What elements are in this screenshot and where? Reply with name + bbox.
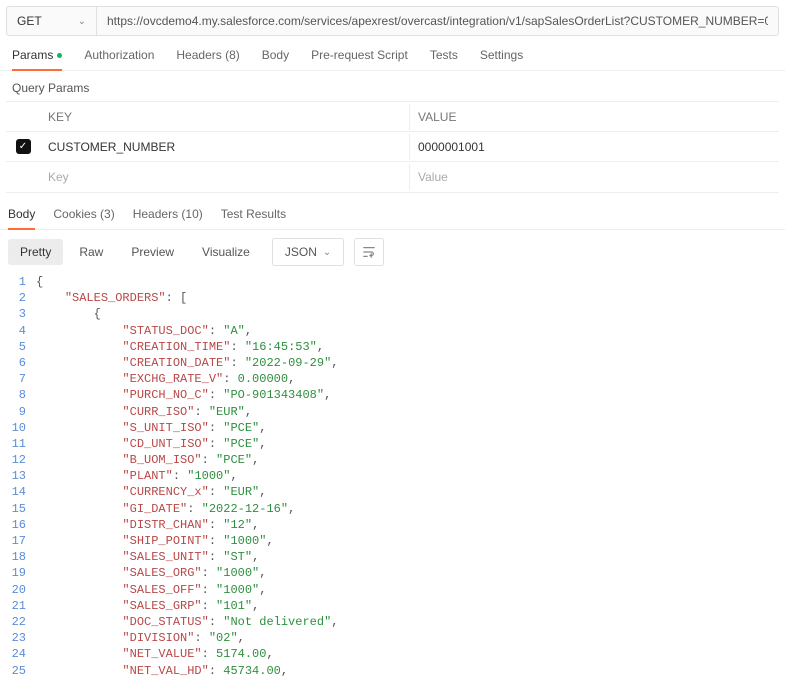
wrap-lines-button[interactable]	[354, 238, 384, 266]
format-select[interactable]: JSON ⌄	[272, 238, 344, 266]
request-tabs: Params Authorization Headers (8) Body Pr…	[0, 36, 785, 71]
code-content[interactable]: { "SALES_ORDERS": [ { "STATUS_DOC": "A",…	[36, 274, 338, 679]
response-tab-testresults[interactable]: Test Results	[221, 207, 286, 229]
line-number-gutter: 1234567891011121314151617181920212223242…	[0, 274, 36, 679]
format-select-label: JSON	[285, 245, 317, 259]
chevron-down-icon: ⌄	[323, 247, 331, 258]
view-visualize-button[interactable]: Visualize	[190, 239, 262, 265]
param-key-cell[interactable]: CUSTOMER_NUMBER	[40, 134, 409, 160]
tab-params[interactable]: Params	[12, 48, 62, 70]
request-url-bar: GET ⌄	[6, 6, 779, 36]
tab-headers[interactable]: Headers (8)	[176, 48, 239, 70]
response-tabs: Body Cookies (3) Headers (10) Test Resul…	[0, 193, 785, 230]
row-enabled-checkbox[interactable]: ✓	[16, 139, 31, 154]
view-raw-button[interactable]: Raw	[67, 239, 115, 265]
wrap-icon	[362, 245, 376, 259]
response-view-row: Pretty Raw Preview Visualize JSON ⌄	[0, 230, 785, 274]
query-params-table: KEY VALUE ✓ CUSTOMER_NUMBER 0000001001 K…	[6, 101, 779, 193]
tab-settings[interactable]: Settings	[480, 48, 523, 70]
tab-body[interactable]: Body	[262, 48, 289, 70]
response-tab-body[interactable]: Body	[8, 207, 35, 229]
http-method-label: GET	[17, 14, 42, 28]
param-key-placeholder[interactable]: Key	[40, 164, 409, 190]
modified-indicator-icon	[57, 53, 62, 58]
tab-authorization[interactable]: Authorization	[84, 48, 154, 70]
http-method-select[interactable]: GET ⌄	[7, 7, 97, 35]
tab-tests[interactable]: Tests	[430, 48, 458, 70]
response-tab-cookies[interactable]: Cookies (3)	[53, 207, 114, 229]
column-header-value: VALUE	[409, 104, 779, 130]
response-body-code[interactable]: 1234567891011121314151617181920212223242…	[0, 274, 785, 683]
response-tab-headers[interactable]: Headers (10)	[133, 207, 203, 229]
url-input[interactable]	[97, 7, 778, 35]
param-value-cell[interactable]: 0000001001	[409, 134, 779, 160]
tab-prerequest[interactable]: Pre-request Script	[311, 48, 408, 70]
view-pretty-button[interactable]: Pretty	[8, 239, 63, 265]
table-header-row: KEY VALUE	[6, 102, 779, 132]
tab-params-label: Params	[12, 48, 53, 62]
chevron-down-icon: ⌄	[78, 16, 86, 27]
query-params-title: Query Params	[0, 71, 785, 101]
view-preview-button[interactable]: Preview	[119, 239, 186, 265]
column-header-key: KEY	[40, 104, 409, 130]
table-row[interactable]: ✓ CUSTOMER_NUMBER 0000001001	[6, 132, 779, 162]
param-value-placeholder[interactable]: Value	[409, 164, 779, 190]
table-row-new[interactable]: Key Value	[6, 162, 779, 192]
